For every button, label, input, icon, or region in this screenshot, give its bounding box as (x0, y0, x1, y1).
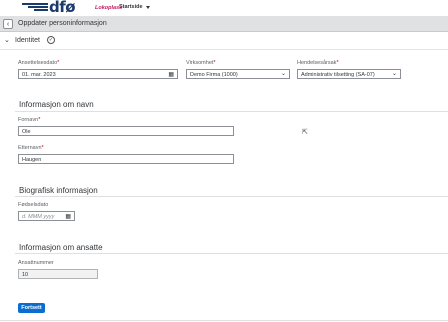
chevron-left-icon: ‹ (6, 20, 10, 28)
ansattnummer-label: Ansattnummer (18, 260, 54, 266)
chevron-down-icon[interactable]: ⌄ (4, 36, 10, 44)
divider (15, 111, 448, 112)
divider (0, 49, 448, 50)
virksomhet-select[interactable]: Demo Firma (1000) ⌄ (186, 69, 290, 79)
caret-down-icon (145, 5, 150, 9)
check-circle-icon: ✓ (47, 36, 55, 44)
virksomhet-label: Virksomhet* (186, 60, 216, 66)
fornavn-label: Fornavn* (18, 117, 41, 123)
etternavn-input[interactable]: Haugen (18, 154, 234, 164)
fodselsdato-label: Fødselsdato (18, 202, 49, 208)
fodselsdato-field[interactable]: d. MMM yyyy ▦ (18, 211, 75, 221)
logo-text: dfø (49, 0, 76, 16)
divider (0, 320, 448, 321)
logo-mark (22, 3, 48, 12)
identitet-label: Identitet (15, 37, 40, 44)
back-button[interactable]: ‹ (3, 19, 13, 29)
mouse-cursor-icon: ⇱ (302, 129, 308, 136)
calendar-icon[interactable]: ▦ (65, 213, 71, 220)
divider (15, 196, 448, 197)
startside-label: Startside (119, 4, 143, 10)
hendelsesarsak-label: Hendelsesårsak* (297, 60, 339, 66)
fortsett-button[interactable]: Fortsett (18, 303, 45, 313)
page-title: Oppdater personinformasjon (18, 20, 107, 27)
fornavn-input[interactable]: Ole (18, 126, 234, 136)
chevron-down-icon: ⌄ (391, 71, 397, 77)
page-header: ‹ Oppdater personinformasjon (0, 16, 448, 32)
ansettelsesdato-label: Ansettelsesdato* (18, 60, 60, 66)
shell-bar: dfø Lokoplass Startside (0, 0, 448, 16)
section-title-ansatte: Informasjon om ansatte (19, 243, 103, 252)
startside-menu[interactable]: Startside (119, 4, 150, 10)
section-title-biografisk: Biografisk informasjon (19, 186, 98, 195)
ansattnummer-input: 10 (18, 269, 98, 279)
ansettelsesdato-field[interactable]: 01. mar. 2023 ▦ (18, 69, 178, 79)
identitet-header[interactable]: ⌄ Identitet ✓ (0, 34, 448, 48)
chevron-down-icon: ⌄ (280, 71, 286, 77)
etternavn-label: Etternavn* (18, 145, 44, 151)
hendelsesarsak-select[interactable]: Administrativ tilsetting (SA-07) ⌄ (297, 69, 401, 79)
divider (15, 253, 448, 254)
section-title-navn: Informasjon om navn (19, 100, 94, 109)
calendar-icon[interactable]: ▦ (168, 71, 174, 78)
